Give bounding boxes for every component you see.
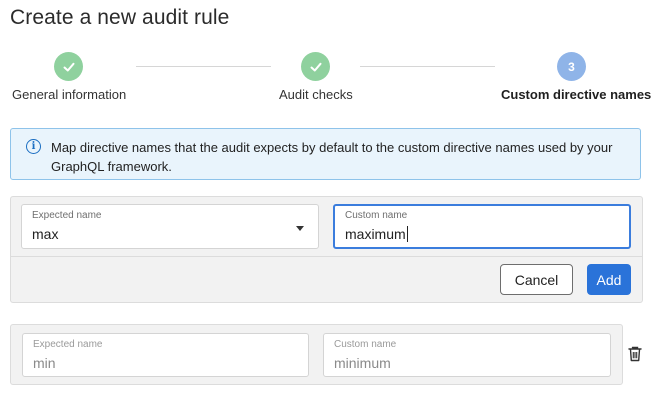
custom-name-label: Custom name	[345, 210, 408, 221]
check-icon	[310, 62, 321, 71]
custom-name-label: Custom name	[334, 339, 397, 350]
expected-name-select[interactable]: Expected name max	[21, 204, 319, 249]
expected-name-label: Expected name	[32, 210, 102, 221]
expected-name-value: min	[33, 355, 56, 371]
info-icon: i	[26, 139, 41, 154]
info-banner: i Map directive names that the audit exp…	[10, 128, 641, 180]
step-3-label: Custom directive names	[501, 87, 652, 102]
row-divider	[11, 256, 642, 257]
add-button[interactable]: Add	[587, 264, 631, 295]
custom-name-value-wrap: maximum	[345, 226, 408, 242]
step-connector	[136, 66, 271, 67]
custom-name-input[interactable]: Custom name maximum	[333, 204, 631, 249]
cancel-button[interactable]: Cancel	[500, 264, 573, 295]
step-2-indicator	[301, 52, 330, 81]
info-banner-text: Map directive names that the audit expec…	[51, 140, 613, 174]
chevron-down-icon[interactable]	[296, 226, 304, 231]
step-1-label: General information	[12, 87, 127, 102]
step-3-number: 3	[568, 59, 575, 74]
step-2-label: Audit checks	[279, 87, 353, 102]
step-connector	[360, 66, 495, 67]
page-title: Create a new audit rule	[10, 6, 230, 29]
expected-name-field[interactable]: Expected name min	[22, 333, 309, 377]
custom-name-field[interactable]: Custom name minimum	[323, 333, 611, 377]
custom-name-value: minimum	[334, 355, 391, 371]
custom-name-value: maximum	[345, 226, 406, 242]
expected-name-label: Expected name	[33, 339, 103, 350]
step-3-indicator: 3	[557, 52, 586, 81]
text-caret	[406, 226, 408, 242]
trash-icon[interactable]	[628, 346, 642, 362]
check-icon	[63, 62, 74, 71]
step-1-indicator	[54, 52, 83, 81]
expected-name-value: max	[32, 226, 59, 242]
